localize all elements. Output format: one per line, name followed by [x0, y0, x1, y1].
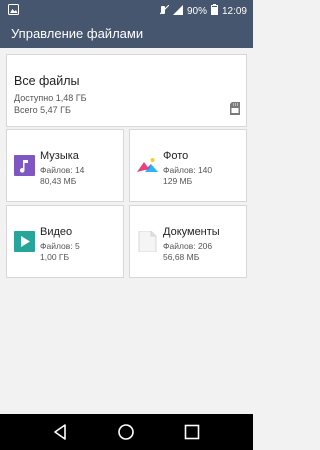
category-file-count: Файлов: 14	[40, 165, 85, 175]
battery-percent: 90%	[186, 5, 207, 17]
category-name: Видео	[40, 226, 73, 238]
category-size: 80,43 МБ	[40, 176, 77, 186]
status-bar: 90% 12:09	[0, 0, 253, 20]
mute-icon	[159, 4, 170, 18]
category-file-count: Файлов: 5	[40, 241, 80, 251]
available-space: Доступно 1,48 ГБ	[14, 93, 87, 103]
all-files-card[interactable]: Все файлы Доступно 1,48 ГБ Всего 5,47 ГБ	[6, 54, 247, 127]
document-icon	[137, 230, 158, 253]
sd-card-icon	[230, 102, 240, 120]
all-files-title: Все файлы	[14, 74, 80, 88]
main-content: Все файлы Доступно 1,48 ГБ Всего 5,47 ГБ…	[0, 48, 253, 414]
category-documents[interactable]: Документы Файлов: 206 56,68 МБ	[129, 205, 247, 278]
category-file-count: Файлов: 206	[163, 241, 213, 251]
page-title: Управление файлами	[11, 26, 144, 41]
video-icon	[14, 231, 35, 252]
app-bar: Управление файлами	[0, 20, 253, 48]
recent-apps-button[interactable]	[184, 423, 200, 446]
back-button[interactable]	[52, 423, 68, 446]
category-music[interactable]: Музыка Файлов: 14 80,43 МБ	[6, 129, 124, 202]
category-file-count: Файлов: 140	[163, 165, 213, 175]
category-size: 129 МБ	[163, 176, 193, 186]
category-size: 1,00 ГБ	[40, 252, 70, 262]
category-size: 56,68 МБ	[163, 252, 200, 262]
category-name: Фото	[163, 150, 189, 162]
gallery-notification-icon	[8, 4, 19, 18]
category-video[interactable]: Видео Файлов: 5 1,00 ГБ	[6, 205, 124, 278]
photo-icon	[137, 155, 158, 176]
signal-icon	[172, 4, 183, 18]
battery-icon	[210, 4, 218, 18]
category-name: Музыка	[40, 150, 79, 162]
total-space: Всего 5,47 ГБ	[14, 105, 71, 115]
music-icon	[14, 155, 35, 176]
category-photo[interactable]: Фото Файлов: 140 129 МБ	[129, 129, 247, 202]
category-name: Документы	[163, 226, 220, 238]
navigation-bar	[0, 414, 253, 450]
home-button[interactable]	[117, 423, 135, 446]
clock: 12:09	[221, 5, 247, 17]
